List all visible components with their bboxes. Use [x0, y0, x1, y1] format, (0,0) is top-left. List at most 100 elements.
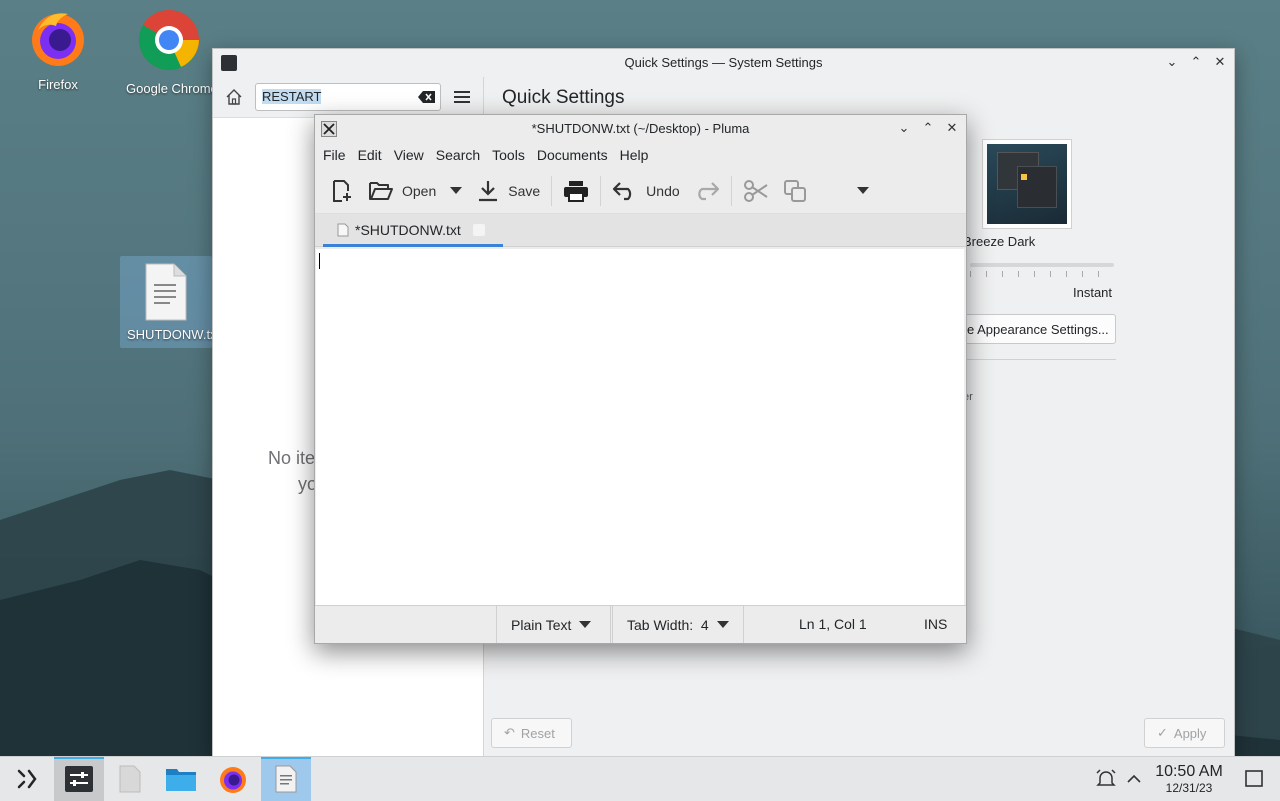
menu-file[interactable]: File: [317, 143, 352, 169]
menu-documents[interactable]: Documents: [531, 143, 614, 169]
redo-icon: [697, 182, 719, 201]
menu-help[interactable]: Help: [614, 143, 655, 169]
empty-state-text: No ite yo: [266, 445, 317, 497]
toolbar-separator: [730, 176, 732, 206]
clear-search-icon[interactable]: [418, 90, 436, 104]
taskbar-file[interactable]: [105, 757, 155, 801]
menu-view[interactable]: View: [388, 143, 430, 169]
desktop-icon-firefox[interactable]: Firefox: [8, 8, 108, 92]
reset-button-label: Reset: [520, 725, 555, 741]
more-appearance-settings-button[interactable]: e Appearance Settings...: [962, 314, 1116, 344]
chevron-down-icon: [450, 187, 463, 194]
cursor-position: Ln 1, Col 1: [799, 616, 867, 632]
taskbar-firefox[interactable]: [208, 757, 258, 801]
copy-icon: [783, 180, 806, 202]
undo-icon: [613, 182, 632, 201]
taskbar-file-manager[interactable]: [156, 757, 206, 801]
show-desktop-icon[interactable]: [1245, 770, 1263, 788]
redo-button[interactable]: [687, 171, 727, 211]
tab-width-label: Tab Width: 4: [627, 616, 709, 633]
tab-width-selector[interactable]: Tab Width: 4: [612, 606, 744, 643]
print-button[interactable]: [556, 171, 596, 211]
home-icon[interactable]: [225, 88, 243, 106]
animation-speed-label: Instant: [1073, 285, 1113, 300]
menu-search[interactable]: Search: [430, 143, 486, 169]
chevron-down-icon: [856, 187, 869, 194]
notifications-icon[interactable]: [1096, 769, 1116, 789]
statusbar: Plain Text Tab Width: 4 Ln 1, Col 1 INS: [315, 605, 966, 643]
language-label: Plain Text: [511, 616, 572, 633]
apply-button-label: Apply: [1173, 725, 1207, 741]
text-editor-icon: [275, 765, 297, 793]
desktop-icon-label: Google Chrome: [126, 81, 214, 96]
desktop-icon-chrome[interactable]: Google Chrome: [124, 8, 214, 96]
download-icon: [479, 181, 498, 202]
text-cursor: [319, 253, 320, 269]
system-tray-expand-icon[interactable]: [1127, 774, 1141, 784]
apply-button[interactable]: ✓ Apply: [1144, 718, 1225, 748]
search-input[interactable]: RESTART: [255, 83, 441, 111]
window-title: Quick Settings — System Settings: [624, 55, 823, 70]
copy-button[interactable]: [776, 171, 814, 211]
hamburger-menu-icon[interactable]: [453, 89, 471, 105]
tab-label: *SHUTDONW.txt: [355, 222, 461, 238]
open-recent-dropdown[interactable]: [443, 171, 469, 211]
minimize-icon[interactable]: ⌄: [1164, 53, 1180, 71]
save-button[interactable]: Save: [469, 171, 547, 211]
divider: [962, 359, 1116, 360]
desktop-icon-label: SHUTDONW.txt: [127, 327, 212, 342]
close-icon[interactable]: ✕: [944, 119, 960, 137]
folder-icon: [166, 769, 196, 791]
tab-shutdonw-txt[interactable]: *SHUTDONW.txt: [323, 214, 503, 247]
chrome-icon: [138, 10, 199, 71]
language-selector[interactable]: Plain Text: [496, 606, 611, 643]
system-settings-titlebar[interactable]: Quick Settings — System Settings ⌄ ⌃ ✕: [213, 49, 1234, 77]
close-icon[interactable]: ✕: [1212, 53, 1228, 71]
maximize-icon[interactable]: ⌃: [1188, 53, 1204, 71]
application-launcher-button[interactable]: [2, 757, 52, 801]
theme-label: Breeze Dark: [963, 234, 1036, 249]
theme-thumbnail-breeze-dark[interactable]: [982, 139, 1072, 229]
animation-speed-slider[interactable]: [970, 263, 1114, 277]
more-appearance-settings-label: e Appearance Settings...: [967, 321, 1109, 337]
firefox-icon: [32, 13, 84, 66]
sidebar-toolbar: RESTART: [213, 77, 483, 118]
launcher-icon: [17, 769, 37, 789]
window-title: *SHUTDONW.txt (~/Desktop) - Pluma: [531, 121, 750, 136]
undo-button[interactable]: Undo: [605, 171, 686, 211]
reset-button[interactable]: ↶ Reset: [491, 718, 572, 748]
chevron-down-icon: [579, 620, 592, 628]
open-button[interactable]: Open: [361, 171, 443, 211]
pluma-window: *SHUTDONW.txt (~/Desktop) - Pluma ⌄ ⌃ ✕ …: [314, 114, 967, 644]
tab-close-icon[interactable]: [472, 224, 485, 236]
text-file-icon: [337, 223, 349, 237]
toolbar-separator: [551, 176, 553, 206]
undo-icon: ↶: [504, 725, 515, 740]
taskbar-pluma[interactable]: [261, 757, 311, 801]
settings-sliders-icon: [65, 766, 93, 792]
taskbar-system-settings[interactable]: [54, 757, 104, 801]
cut-button[interactable]: [736, 171, 776, 211]
insert-mode: INS: [924, 616, 948, 632]
open-label: Open: [402, 183, 437, 199]
document-tabs: *SHUTDONW.txt: [315, 214, 966, 247]
chevron-down-icon: [716, 620, 729, 628]
undo-label: Undo: [646, 183, 680, 199]
text-editor-area[interactable]: [316, 249, 964, 605]
toolbar-overflow-button[interactable]: [850, 171, 876, 211]
menu-tools[interactable]: Tools: [486, 143, 531, 169]
page-title: Quick Settings: [502, 87, 625, 108]
new-document-button[interactable]: [323, 171, 361, 211]
taskbar: 10:50 AM 12/31/23: [0, 756, 1280, 801]
desktop-icon-label: Firefox: [38, 77, 78, 92]
minimize-icon[interactable]: ⌄: [896, 119, 912, 137]
save-label: Save: [508, 183, 541, 199]
search-input-value: RESTART: [262, 89, 322, 104]
active-tab-indicator: [323, 244, 503, 247]
scissors-icon: [743, 180, 768, 202]
menu-edit[interactable]: Edit: [352, 143, 388, 169]
desktop-icon-shutdonw-txt[interactable]: SHUTDONW.txt: [120, 256, 212, 348]
clock[interactable]: 10:50 AM 12/31/23: [1150, 763, 1228, 795]
pluma-titlebar[interactable]: *SHUTDONW.txt (~/Desktop) - Pluma ⌄ ⌃ ✕: [315, 115, 966, 143]
maximize-icon[interactable]: ⌃: [920, 119, 936, 137]
